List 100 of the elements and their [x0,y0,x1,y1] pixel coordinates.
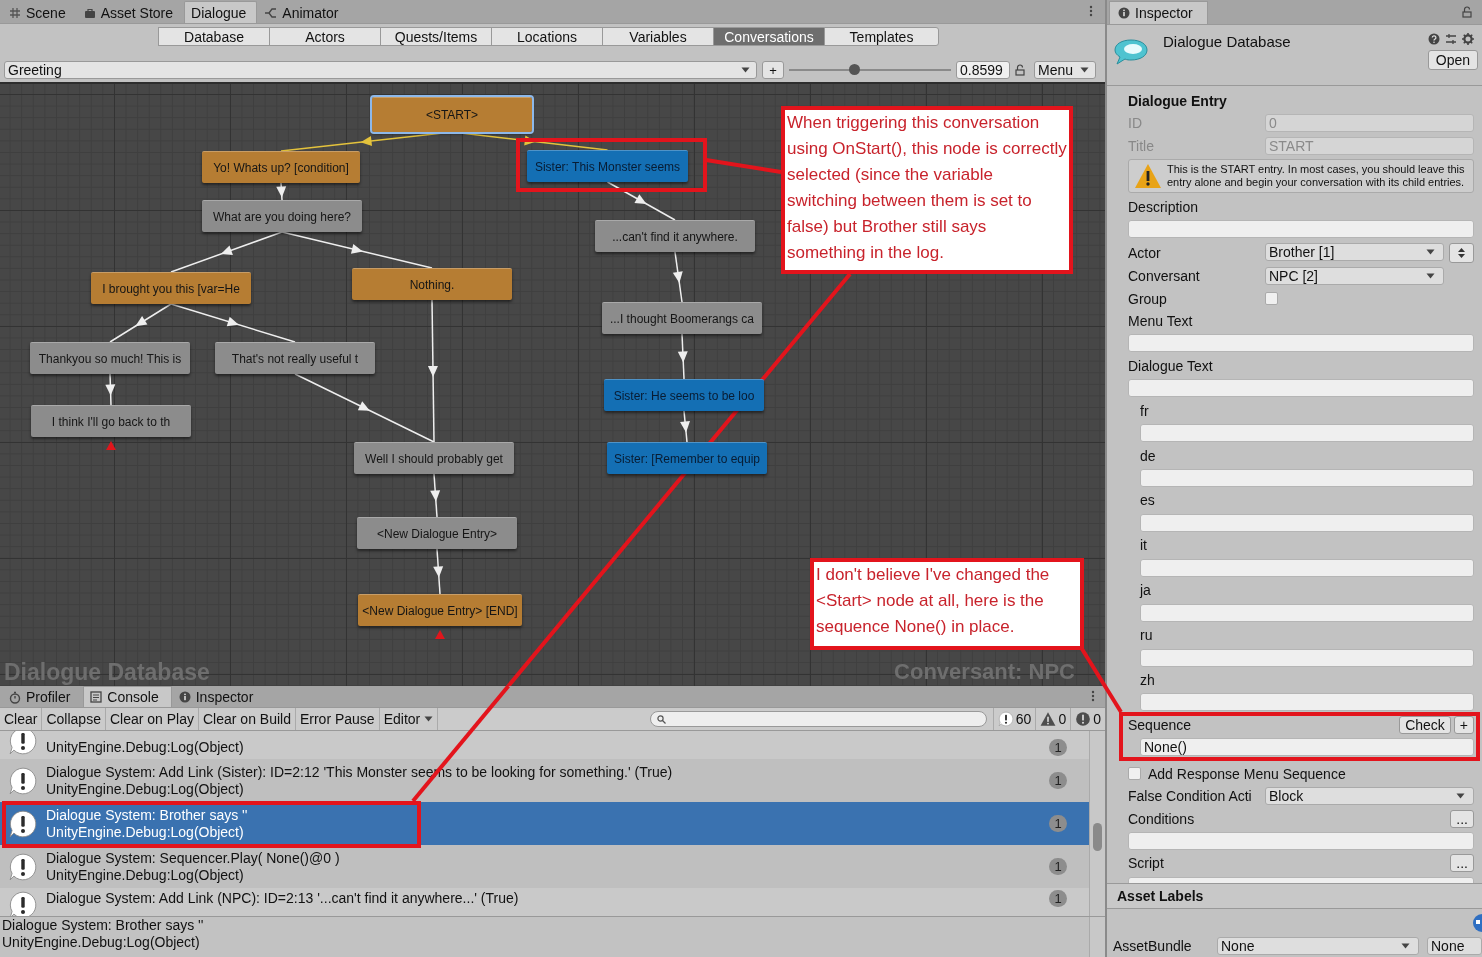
editor-dropdown[interactable]: Editor [379,708,439,730]
add-button[interactable]: + [762,61,784,79]
dialogue-node[interactable]: I brought you this [var=He [91,272,251,304]
field-label: de [1140,446,1156,465]
field-label: ID [1128,114,1143,133]
filter-toggle[interactable]: 0 [1035,708,1071,730]
text-field[interactable] [1140,648,1474,667]
section-tab[interactable]: Actors [269,27,381,46]
edit-button[interactable]: ... [1450,809,1474,828]
section-tab[interactable]: Locations [491,27,603,46]
dialogue-node[interactable]: ...I thought Boomerangs ca [602,302,762,334]
field-label: Menu Text [1128,311,1193,330]
toolbar-button[interactable]: Clear on Play [105,708,199,730]
link-arrow [433,548,444,595]
link-arrow [606,181,676,221]
editor-tab[interactable]: Dialogue [184,1,258,23]
dialogue-node[interactable]: What are you doing here? [202,200,362,232]
log-icon [997,711,1014,727]
section-tab[interactable]: Conversations [713,27,825,46]
section-tab[interactable]: Variables [602,27,714,46]
log-message: Dialogue System: Brother says '' UnityEngine.Debug:Log(Object) [46,806,248,841]
dialogue-node[interactable]: ...can't find it anywhere. [595,220,755,252]
chat-bubble-icon [1113,37,1149,67]
text-field[interactable] [1128,379,1474,398]
field-label: Group [1128,289,1168,308]
dropdown[interactable]: Brother [1] [1265,242,1444,261]
log-entry[interactable]: Dialogue System: Add Link (NPC): ID=2:13 '...can't find it anywhere...' (True) 1 [0,888,1089,916]
log-message: UnityEngine.Debug:Log(Object) [46,739,244,756]
dropdown[interactable]: NPC [2] [1265,267,1444,286]
text-field[interactable] [1128,220,1474,239]
log-entry[interactable]: UnityEngine.Debug:Log(Object) 1 [0,731,1089,759]
dialogue-node[interactable]: <START> [372,97,532,132]
log-detail: Dialogue System: Brother says '' UnityEngine.Debug:Log(Object) [1,917,205,952]
caret-icon [1080,67,1089,73]
dropdown[interactable]: Block [1265,787,1474,806]
conversation-dropdown[interactable]: Greeting [4,61,757,79]
text-field[interactable] [1140,693,1474,712]
dialogue-node[interactable]: Thankyou so much! This is [30,342,190,374]
stepper-button[interactable] [1449,242,1474,263]
panel-tab[interactable]: Inspector [171,686,267,707]
link-arrow [680,410,690,443]
text-field[interactable] [1128,832,1474,850]
panel-tab[interactable]: Inspector [1109,1,1208,24]
warning-icon [1133,162,1163,191]
dropdown[interactable]: None [1217,937,1419,955]
editor-tab[interactable]: Asset Store [76,1,185,23]
stopwatch-icon [9,690,21,704]
toolbar-button[interactable]: Collapse [42,708,106,730]
log-icon [8,765,38,796]
scrollbar[interactable] [1089,917,1105,957]
warning-text: This is the START entry. In most cases, you should leave this entry alone and begin your conversation with its child entries. [1167,163,1466,190]
edit-button[interactable]: ... [1450,854,1474,873]
menu-dropdown[interactable]: Menu [1034,61,1096,79]
text-field[interactable]: None() [1140,738,1474,757]
log-icon [8,890,38,916]
bag-icon [83,6,96,19]
open-button[interactable]: Open [1427,49,1478,70]
scrollbar[interactable] [1089,731,1105,916]
caret-icon [1456,793,1465,800]
text-field[interactable] [1140,558,1474,577]
caret-icon [1426,273,1435,280]
dialogue-node[interactable]: <New Dialogue Entry> [END] [358,594,522,626]
count-badge: 1 [1049,858,1067,875]
slider-thumb[interactable] [848,64,860,75]
section-tab[interactable]: Templates [824,27,939,46]
more-icon [1089,5,1093,17]
dropdown[interactable]: None [1427,937,1482,955]
log-message: Dialogue System: Add Link (NPC): ID=2:13 '...can't find it anywhere...' (True) [46,890,519,907]
zoom-field[interactable]: 0.8599 [956,61,1010,79]
toolbar-button[interactable]: Clear [0,708,43,730]
toolbar-button[interactable]: Error Pause [295,708,380,730]
link-arrow [672,251,683,303]
panel-tab[interactable]: Console [83,686,172,707]
text-field[interactable] [1140,603,1474,622]
editor-tab[interactable]: Scene [2,1,77,23]
text-field[interactable] [1140,469,1474,487]
dialogue-node[interactable]: <New Dialogue Entry> [357,517,517,549]
field-label: Add Response Menu Sequence [1148,764,1346,783]
section-tab[interactable]: Quests/Items [380,27,492,46]
dialogue-node[interactable]: Nothing. [352,268,512,300]
text-field[interactable] [1128,334,1474,353]
toolbar-button[interactable]: Clear on Build [199,708,296,730]
console-icon [90,691,103,703]
checkbox[interactable] [1128,767,1141,781]
section-tab[interactable]: Database [158,27,270,46]
dialogue-node[interactable]: That's not really useful t [215,342,375,374]
field-label: False Condition Acti [1128,787,1253,806]
field-label: es [1140,491,1155,510]
dialogue-node[interactable]: Well I should probably get [354,442,514,474]
annotation-note: I don't believe I've changed the <Start> node at all, here is the sequence None() in place. [810,558,1084,650]
search-field[interactable] [649,711,987,727]
filter-toggle[interactable]: 60 [992,708,1036,730]
dialogue-node[interactable]: Yo! Whats up? [condition] [202,151,360,183]
checkbox[interactable] [1265,292,1278,305]
dialogue-node[interactable]: I think I'll go back to th [31,405,191,437]
text-field[interactable] [1140,513,1474,532]
text-field[interactable] [1140,424,1474,443]
editor-tab[interactable]: Animator [257,1,350,23]
log-entry[interactable]: Dialogue System: Brother says '' UnityEngine.Debug:Log(Object) 1 [0,802,1089,845]
panel-tab[interactable]: Profiler [2,686,84,707]
